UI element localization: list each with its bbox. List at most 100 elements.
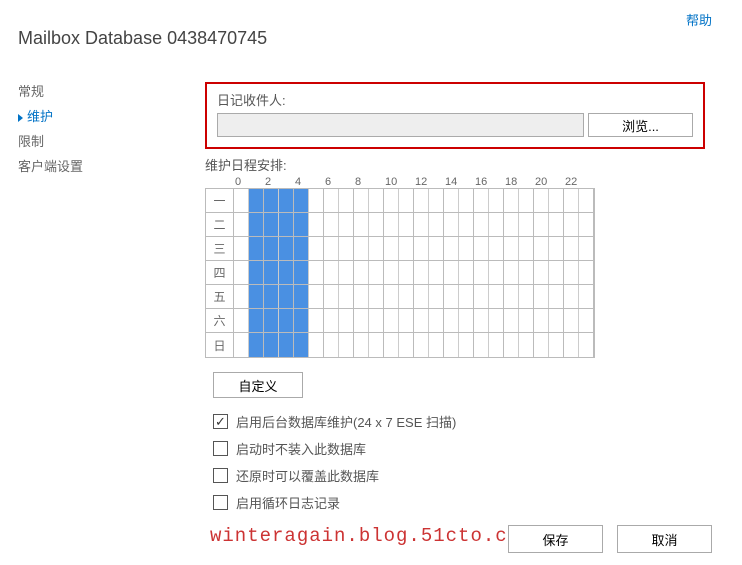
schedule-row[interactable]	[234, 285, 594, 309]
hour-cell[interactable]	[354, 261, 369, 284]
hour-cell[interactable]	[264, 237, 279, 260]
hour-cell[interactable]	[324, 261, 339, 284]
checkbox[interactable]	[213, 495, 228, 510]
hour-cell[interactable]	[279, 333, 294, 357]
hour-cell[interactable]	[459, 261, 474, 284]
hour-cell[interactable]	[339, 237, 354, 260]
hour-cell[interactable]	[279, 237, 294, 260]
hour-cell[interactable]	[429, 213, 444, 236]
hour-cell[interactable]	[294, 285, 309, 308]
checkbox[interactable]: ✓	[213, 414, 228, 429]
hour-cell[interactable]	[414, 333, 429, 357]
hour-cell[interactable]	[309, 285, 324, 308]
hour-cell[interactable]	[264, 261, 279, 284]
sidebar-item-3[interactable]: 客户端设置	[18, 153, 118, 178]
hour-cell[interactable]	[324, 309, 339, 332]
hour-cell[interactable]	[429, 261, 444, 284]
schedule-row[interactable]	[234, 309, 594, 333]
hour-cell[interactable]	[264, 189, 279, 212]
hour-cell[interactable]	[504, 333, 519, 357]
hour-cell[interactable]	[309, 237, 324, 260]
hour-cell[interactable]	[534, 261, 549, 284]
hour-cell[interactable]	[444, 309, 459, 332]
hour-cell[interactable]	[264, 213, 279, 236]
hour-cell[interactable]	[549, 261, 564, 284]
hour-cell[interactable]	[369, 237, 384, 260]
hour-cell[interactable]	[579, 237, 594, 260]
hour-cell[interactable]	[249, 213, 264, 236]
hour-cell[interactable]	[519, 213, 534, 236]
hour-cell[interactable]	[564, 285, 579, 308]
hour-cell[interactable]	[309, 333, 324, 357]
hour-cell[interactable]	[324, 285, 339, 308]
hour-cell[interactable]	[279, 189, 294, 212]
hour-cell[interactable]	[354, 285, 369, 308]
hour-cell[interactable]	[324, 333, 339, 357]
cancel-button[interactable]: 取消	[617, 525, 712, 553]
check-row-1[interactable]: 启动时不装入此数据库	[213, 435, 705, 462]
hour-cell[interactable]	[324, 213, 339, 236]
sidebar-item-2[interactable]: 限制	[18, 128, 118, 153]
hour-cell[interactable]	[519, 285, 534, 308]
hour-cell[interactable]	[399, 333, 414, 357]
hour-cell[interactable]	[339, 213, 354, 236]
hour-cell[interactable]	[504, 189, 519, 212]
hour-cell[interactable]	[534, 285, 549, 308]
hour-cell[interactable]	[564, 333, 579, 357]
hour-cell[interactable]	[384, 261, 399, 284]
hour-cell[interactable]	[564, 213, 579, 236]
hour-cell[interactable]	[519, 261, 534, 284]
hour-cell[interactable]	[249, 189, 264, 212]
schedule-row[interactable]	[234, 189, 594, 213]
hour-cell[interactable]	[354, 189, 369, 212]
hour-cell[interactable]	[504, 237, 519, 260]
hour-cell[interactable]	[294, 333, 309, 357]
hour-cell[interactable]	[234, 285, 249, 308]
grid-body[interactable]	[234, 189, 594, 357]
hour-cell[interactable]	[234, 333, 249, 357]
hour-cell[interactable]	[489, 237, 504, 260]
hour-cell[interactable]	[549, 333, 564, 357]
journal-input[interactable]	[217, 113, 584, 137]
hour-cell[interactable]	[294, 309, 309, 332]
hour-cell[interactable]	[474, 309, 489, 332]
hour-cell[interactable]	[504, 309, 519, 332]
hour-cell[interactable]	[369, 333, 384, 357]
hour-cell[interactable]	[294, 237, 309, 260]
hour-cell[interactable]	[414, 261, 429, 284]
hour-cell[interactable]	[489, 261, 504, 284]
hour-cell[interactable]	[339, 333, 354, 357]
hour-cell[interactable]	[534, 213, 549, 236]
hour-cell[interactable]	[519, 189, 534, 212]
hour-cell[interactable]	[309, 213, 324, 236]
hour-cell[interactable]	[549, 285, 564, 308]
help-link[interactable]: 帮助	[686, 10, 712, 29]
hour-cell[interactable]	[234, 189, 249, 212]
hour-cell[interactable]	[564, 261, 579, 284]
hour-cell[interactable]	[579, 285, 594, 308]
hour-cell[interactable]	[579, 309, 594, 332]
hour-cell[interactable]	[534, 237, 549, 260]
hour-cell[interactable]	[474, 213, 489, 236]
hour-cell[interactable]	[504, 285, 519, 308]
hour-cell[interactable]	[474, 333, 489, 357]
hour-cell[interactable]	[549, 189, 564, 212]
hour-cell[interactable]	[264, 285, 279, 308]
hour-cell[interactable]	[564, 189, 579, 212]
hour-cell[interactable]	[384, 189, 399, 212]
hour-cell[interactable]	[564, 237, 579, 260]
hour-cell[interactable]	[399, 189, 414, 212]
schedule-row[interactable]	[234, 213, 594, 237]
hour-cell[interactable]	[444, 261, 459, 284]
hour-cell[interactable]	[429, 237, 444, 260]
hour-cell[interactable]	[324, 237, 339, 260]
schedule-grid[interactable]: 一二三四五六日	[205, 188, 595, 358]
hour-cell[interactable]	[234, 309, 249, 332]
hour-cell[interactable]	[339, 189, 354, 212]
hour-cell[interactable]	[369, 189, 384, 212]
hour-cell[interactable]	[279, 213, 294, 236]
hour-cell[interactable]	[429, 309, 444, 332]
check-row-3[interactable]: 启用循环日志记录	[213, 489, 705, 516]
hour-cell[interactable]	[459, 189, 474, 212]
hour-cell[interactable]	[459, 285, 474, 308]
